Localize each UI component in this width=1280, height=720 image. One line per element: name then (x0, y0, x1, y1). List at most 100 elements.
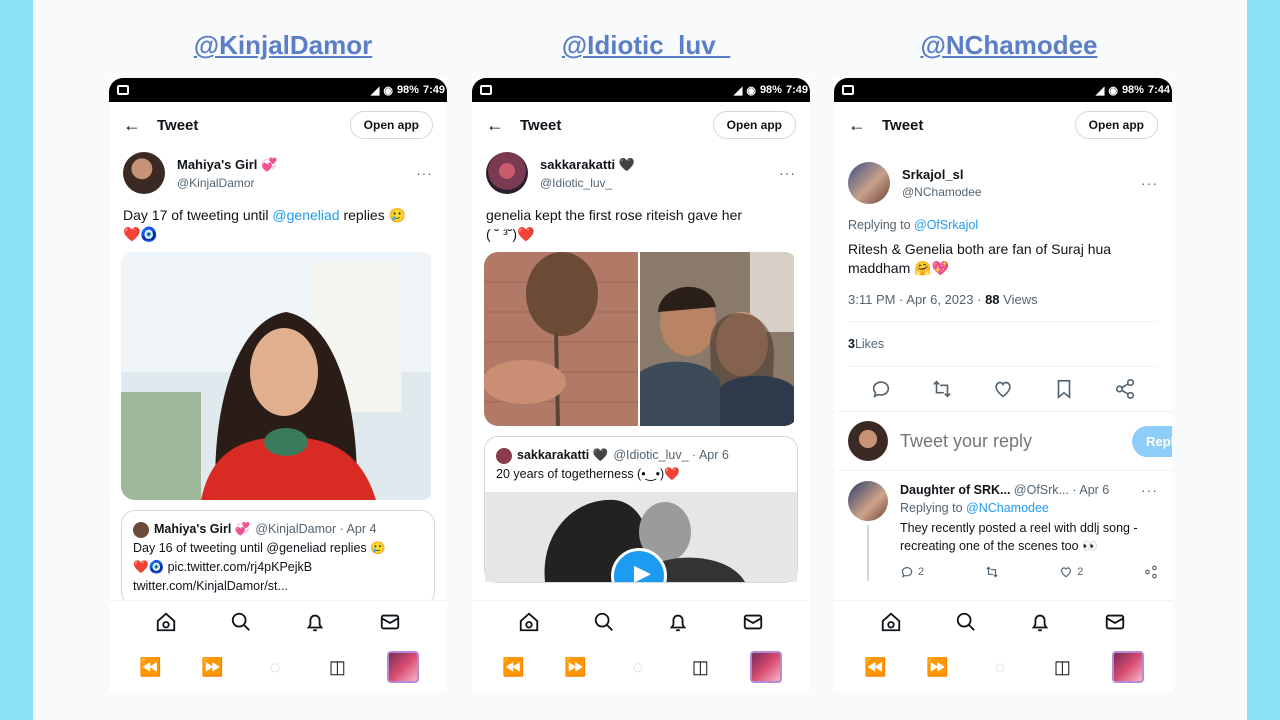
tweet-text: genelia kept the first rose riteish gave… (472, 206, 810, 244)
replying-prefix: Replying to (900, 501, 967, 515)
bottom-nav: ⏪ ⏩ ◌ ◫ (472, 600, 810, 692)
notifications-icon[interactable] (304, 611, 326, 633)
display-name[interactable]: Srkajol_sl (902, 167, 1141, 182)
more-options-icon[interactable]: ··· (779, 165, 796, 181)
phone-screen-2: ◢ ◉ 98% 7:49 ← Tweet Open app sakkarakat… (472, 78, 810, 692)
messages-icon[interactable] (1104, 611, 1126, 633)
open-app-button[interactable]: Open app (1074, 111, 1158, 139)
reload-icon[interactable]: ◌ (987, 654, 1013, 680)
reply-tweet[interactable]: Daughter of SRK... @OfSrk... · Apr 6 ···… (834, 471, 1172, 581)
bookmark-icon[interactable] (1053, 378, 1075, 400)
display-name[interactable]: Mahiya's Girl 💞 (177, 157, 416, 173)
tabs-icon[interactable]: ◫ (1049, 654, 1075, 680)
search-icon[interactable] (593, 611, 615, 633)
quoted-tweet[interactable]: sakkarakatti 🖤 @Idiotic_luv_ · Apr 6 20 … (484, 436, 798, 583)
share-icon[interactable] (1144, 565, 1158, 579)
gallery-icon (117, 85, 129, 95)
replying-to-link[interactable]: @NChamodee (966, 501, 1049, 515)
tweet-text-line: genelia kept the first rose riteish gave… (486, 207, 743, 223)
avatar[interactable] (123, 152, 165, 194)
quote-avatar (496, 447, 512, 464)
reply-icon[interactable] (870, 378, 892, 400)
handle-title-1[interactable]: @KinjalDamor (113, 30, 453, 61)
messages-icon[interactable] (379, 611, 401, 633)
tweet-author[interactable]: Mahiya's Girl 💞 @KinjalDamor ··· (109, 148, 447, 196)
reply-count-icon[interactable] (900, 565, 914, 579)
home-icon[interactable] (518, 611, 540, 633)
display-name[interactable]: sakkarakatti 🖤 (540, 157, 779, 173)
more-options-icon[interactable]: ··· (1141, 175, 1158, 191)
reply-avatar[interactable] (848, 481, 888, 521)
battery-icon: ◉ (746, 84, 756, 97)
signal-icon: ◢ (1095, 84, 1105, 97)
tabs-icon[interactable]: ◫ (687, 654, 713, 680)
browser-forward-icon[interactable]: ⏩ (925, 654, 951, 680)
retweet-icon[interactable] (931, 378, 953, 400)
home-icon[interactable] (155, 611, 177, 633)
likes-count: 3 (848, 337, 855, 351)
likes-stat[interactable]: 3 Likes (834, 322, 1172, 366)
reload-icon[interactable]: ◌ (262, 654, 288, 680)
tweet-meta: 3:11 PM · Apr 6, 2023 · 88 Views (834, 292, 1172, 307)
back-arrow-icon[interactable]: ← (848, 115, 882, 136)
tabs-icon[interactable]: ◫ (324, 654, 350, 680)
notifications-icon[interactable] (1029, 611, 1051, 633)
reply-input[interactable] (900, 430, 1132, 452)
handle-title-3[interactable]: @NChamodee (839, 30, 1179, 61)
like-icon[interactable] (1059, 565, 1073, 579)
tweet-photo[interactable] (121, 252, 435, 500)
tab-thumbnail[interactable] (1111, 651, 1144, 683)
tab-thumbnail[interactable] (749, 651, 782, 683)
search-icon[interactable] (230, 611, 252, 633)
quote-line: twitter.com/KinjalDamor/st... (133, 579, 288, 593)
page-title: Tweet (157, 116, 199, 134)
browser-forward-icon[interactable]: ⏩ (563, 654, 589, 680)
likes-label: Likes (854, 337, 885, 351)
reply-text: They recently posted a reel with ddlj so… (900, 521, 1138, 553)
handle-title-2[interactable]: @Idiotic_luv_ (476, 30, 816, 61)
browser-back-icon[interactable]: ⏪ (862, 654, 888, 680)
replying-prefix: Replying to (848, 218, 915, 232)
rose-photo[interactable] (484, 252, 638, 426)
status-bar: ◢ ◉ 98% 7:44 (834, 78, 1172, 102)
username[interactable]: @Idiotic_luv_ (540, 176, 779, 190)
avatar[interactable] (486, 152, 528, 194)
back-arrow-icon[interactable]: ← (123, 115, 157, 136)
browser-back-icon[interactable]: ⏪ (500, 654, 526, 680)
more-options-icon[interactable]: ··· (416, 165, 433, 181)
signal-icon: ◢ (733, 84, 743, 97)
notifications-icon[interactable] (667, 611, 689, 633)
tweet-photos[interactable] (484, 252, 798, 426)
reply-composer: Reply (834, 411, 1172, 471)
tweet-author[interactable]: sakkarakatti 🖤 @Idiotic_luv_ ··· (472, 148, 810, 196)
mention-link[interactable]: @geneliad (272, 207, 339, 223)
open-app-button[interactable]: Open app (712, 111, 796, 139)
reload-icon[interactable]: ◌ (625, 654, 651, 680)
quoted-tweet[interactable]: Mahiya's Girl 💞 @KinjalDamor · Apr 4 Day… (121, 510, 435, 606)
clock: 7:44 (1147, 84, 1170, 96)
back-arrow-icon[interactable]: ← (486, 115, 520, 136)
home-icon[interactable] (880, 611, 902, 633)
tab-thumbnail[interactable] (386, 651, 419, 683)
open-app-button[interactable]: Open app (349, 111, 433, 139)
reply-display-name[interactable]: Daughter of SRK... (900, 483, 1010, 497)
username[interactable]: @KinjalDamor (177, 176, 416, 190)
browser-back-icon[interactable]: ⏪ (137, 654, 163, 680)
quote-video[interactable]: ▶ (485, 492, 797, 582)
play-icon: ▶ (634, 560, 651, 583)
replying-to-link[interactable]: @OfSrkajol (914, 218, 978, 232)
avatar[interactable] (848, 162, 890, 204)
tweet-author[interactable]: Srkajol_sl @NChamodee ··· (834, 158, 1172, 206)
browser-forward-icon[interactable]: ⏩ (200, 654, 226, 680)
reply-button[interactable]: Reply (1132, 425, 1172, 457)
couple-photo[interactable] (640, 252, 794, 426)
messages-icon[interactable] (742, 611, 764, 633)
like-icon[interactable] (992, 378, 1014, 400)
share-icon[interactable] (1114, 378, 1136, 400)
search-icon[interactable] (955, 611, 977, 633)
more-options-icon[interactable]: ··· (1141, 481, 1158, 499)
username[interactable]: @NChamodee (902, 185, 1141, 199)
replying-to: Replying to @OfSrkajol (834, 218, 1172, 232)
tweet-time[interactable]: 3:11 PM · Apr 6, 2023 · (848, 292, 985, 307)
retweet-icon[interactable] (985, 565, 999, 579)
